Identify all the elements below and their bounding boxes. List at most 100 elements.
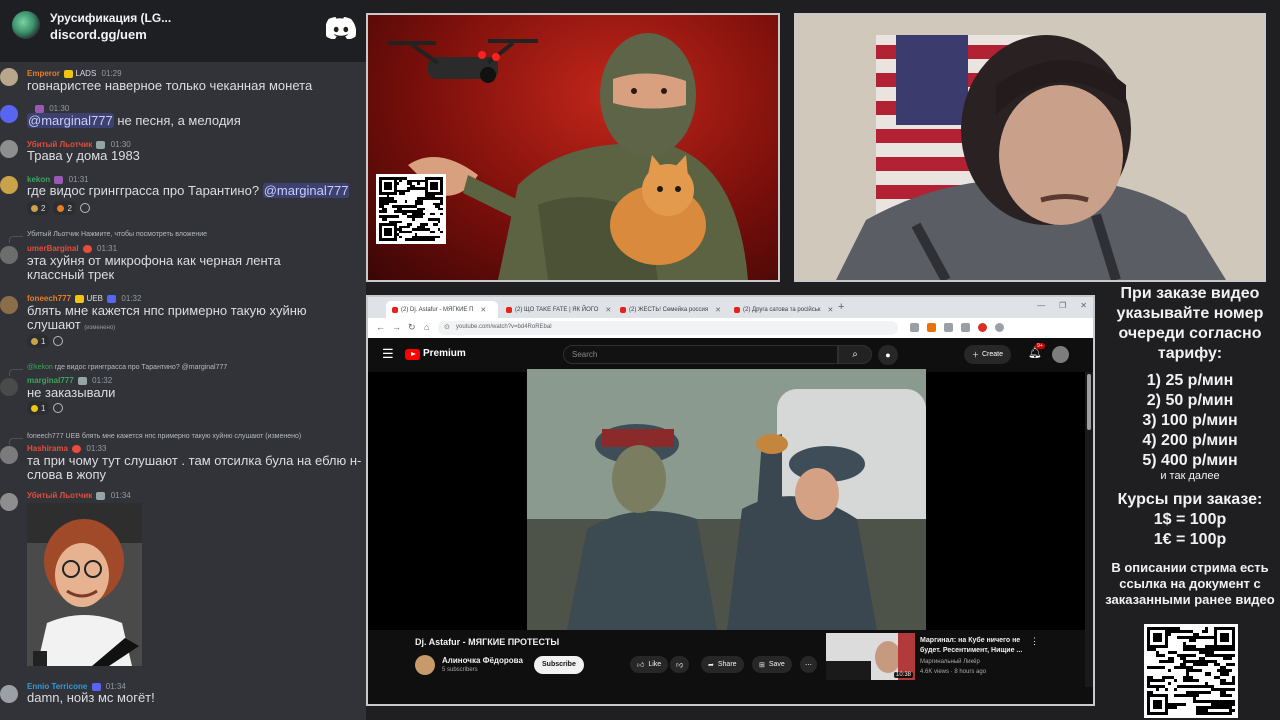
youtube-premium-label[interactable]: Premium xyxy=(423,348,466,359)
scrollbar-thumb[interactable] xyxy=(1087,374,1091,430)
video-title: Dj. Astafur - МЯГКИЕ ПРОТЕСТЫ xyxy=(415,637,560,647)
recommended-thumbnail[interactable]: 10:38 xyxy=(826,633,915,680)
avatar[interactable] xyxy=(0,140,18,158)
dislike-button[interactable]: 👎︎ xyxy=(670,656,690,673)
username[interactable]: Hashirama xyxy=(27,444,68,453)
message-text: где видос грингграсса про Тарантино? @ma… xyxy=(27,183,363,198)
subscribe-button[interactable]: Subscribe xyxy=(534,656,584,674)
reply-preview[interactable]: @kekon где видос грингграсса про Таранти… xyxy=(27,364,227,371)
tab-label: (2) Dj. Astafur - МЯГКИЕ П xyxy=(401,306,474,313)
role-badge-icon xyxy=(72,444,82,453)
home-icon[interactable]: ⌂ xyxy=(424,322,429,332)
url-field[interactable]: ⊙ youtube.com/watch?v=bd4RoREbal xyxy=(438,321,898,335)
avatar[interactable] xyxy=(0,446,18,464)
extension-icon[interactable] xyxy=(927,323,936,332)
youtube-favicon-icon xyxy=(620,306,626,313)
avatar[interactable] xyxy=(0,176,18,194)
avatar[interactable] xyxy=(0,246,18,264)
streamer-webcam xyxy=(794,13,1266,282)
reaction[interactable]: 1 xyxy=(27,334,50,348)
reaction[interactable]: 2 xyxy=(27,201,50,215)
plus-icon: ＋ xyxy=(972,351,979,359)
forward-icon[interactable]: → xyxy=(392,322,401,332)
maximize-icon[interactable]: ❐ xyxy=(1059,301,1066,310)
recommended-title[interactable]: Маргинал: на Кубе ничего не будет. Ресен… xyxy=(920,636,1030,656)
tab-youtube-4[interactable]: (2) Друга сатова та російськ ✕ xyxy=(728,301,840,318)
close-tab-icon[interactable]: ✕ xyxy=(480,306,486,314)
server-invite-link[interactable]: discord.gg/uem xyxy=(50,27,147,42)
new-tab-icon[interactable]: + xyxy=(838,301,844,313)
save-button[interactable]: ⊞ Save xyxy=(752,656,792,673)
microphone-icon[interactable]: ● xyxy=(878,345,898,365)
reply-preview[interactable]: foneech777 UEB блять мне кажется нпс при… xyxy=(27,433,301,440)
recommended-channel[interactable]: Маргинальный Ликёр xyxy=(920,659,980,665)
avatar[interactable] xyxy=(0,493,18,511)
close-tab-icon[interactable]: ✕ xyxy=(715,306,721,314)
reactions-row: 1 xyxy=(27,334,64,348)
message-text: эта хуйня от микрофона как черная лента … xyxy=(27,253,281,282)
emoji-icon xyxy=(31,204,38,212)
youtube-logo-icon[interactable] xyxy=(405,349,420,360)
discord-chat-panel: Уруcификация (LG... discord.gg/uem Emper… xyxy=(0,0,366,720)
attached-image[interactable] xyxy=(27,503,142,666)
search-input[interactable]: Search xyxy=(563,345,838,364)
tab-youtube-astafur[interactable]: (2) Dj. Astafur - МЯГКИЕ П ✕ xyxy=(386,301,498,318)
reaction[interactable]: 1 xyxy=(27,401,50,415)
message-text: не заказывали xyxy=(27,385,116,400)
add-reaction-icon[interactable] xyxy=(53,336,64,346)
add-reaction-icon[interactable] xyxy=(53,403,64,413)
username[interactable]: Убитый Льотчик xyxy=(27,491,92,500)
search-button[interactable]: ⌕ xyxy=(838,345,872,364)
username[interactable]: umerBarginal xyxy=(27,244,79,253)
video-player[interactable] xyxy=(368,369,1085,630)
avatar[interactable] xyxy=(0,68,18,86)
message-meta: Убитый Льотчик 01:34 xyxy=(27,491,131,500)
reload-icon[interactable]: ↻ xyxy=(408,322,416,333)
user-mention[interactable]: @marginal777 xyxy=(262,183,350,198)
qr-code-icon xyxy=(376,174,446,244)
more-actions-button[interactable]: ⋯ xyxy=(800,656,817,673)
profile-icon[interactable] xyxy=(995,323,1004,332)
description-note: В описании стрима есть ссылка на докумен… xyxy=(1105,560,1275,607)
page-scrollbar[interactable] xyxy=(1085,372,1093,687)
minimize-icon[interactable]: — xyxy=(1037,301,1045,310)
avatar[interactable] xyxy=(0,685,18,703)
create-button[interactable]: ＋ Create xyxy=(964,345,1012,364)
window-controls: — ❐ ✕ xyxy=(1037,301,1087,310)
user-mention[interactable]: @marginal777 xyxy=(27,113,114,128)
avatar[interactable] xyxy=(0,105,18,123)
username[interactable]: Emperor xyxy=(27,69,60,78)
account-avatar[interactable] xyxy=(1052,346,1069,363)
reply-preview[interactable]: Убитый Льотчик Нажмите, чтобы посмотреть… xyxy=(27,231,207,238)
extension-icon[interactable] xyxy=(961,323,970,332)
username[interactable]: marginal777 xyxy=(27,376,74,385)
channel-avatar[interactable] xyxy=(415,655,435,675)
back-icon[interactable]: ← xyxy=(376,322,385,332)
channel-name[interactable]: Алиночка Фёдорова xyxy=(442,656,523,665)
username[interactable]: foneech777 xyxy=(27,294,71,303)
like-button[interactable]: 👍︎ Like xyxy=(630,656,669,673)
extension-icon[interactable] xyxy=(978,323,987,332)
avatar[interactable] xyxy=(0,378,18,396)
close-tab-icon[interactable]: ✕ xyxy=(828,306,834,314)
extension-icon[interactable] xyxy=(944,323,953,332)
message-text: та при чому тут слушают . там отсилка бу… xyxy=(27,453,362,482)
tab-youtube-2[interactable]: (2) ЩО TAKE FATE | ЯК ЙОГО ✕ xyxy=(500,301,612,318)
share-button[interactable]: ➦ Share xyxy=(701,656,744,673)
tab-youtube-3[interactable]: (2) ЖЕСТЬ! Семейка россия ✕ xyxy=(614,301,726,318)
more-options-icon[interactable]: ⋮ xyxy=(1030,636,1039,647)
video-frame[interactable] xyxy=(527,369,926,630)
save-label: Save xyxy=(768,661,785,668)
close-window-icon[interactable]: ✕ xyxy=(1080,301,1087,310)
reaction[interactable]: 2 xyxy=(53,201,76,215)
avatar[interactable] xyxy=(0,296,18,314)
site-info-icon[interactable]: ⊙ xyxy=(444,323,450,331)
extension-icon[interactable] xyxy=(910,323,919,332)
subscriber-count: 5 subscribers xyxy=(442,667,478,673)
hamburger-menu-icon[interactable]: ☰ xyxy=(382,346,394,362)
timestamp: 01:33 xyxy=(86,444,107,453)
message-body: где видос грингграсса про Тарантино? xyxy=(27,183,263,198)
close-tab-icon[interactable]: ✕ xyxy=(605,306,611,314)
youtube-header: ☰ Premium Search ⌕ ● ＋ Create 🔔︎ 9+ xyxy=(368,338,1093,372)
add-reaction-icon[interactable] xyxy=(79,203,90,213)
